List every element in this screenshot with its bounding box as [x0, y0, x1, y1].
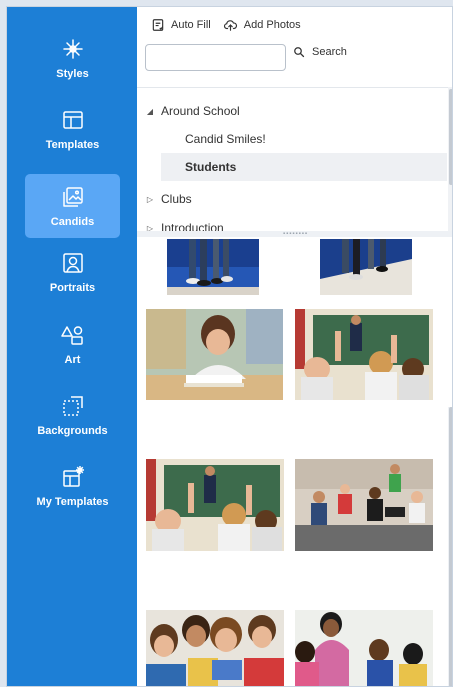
- sidebar-item-label: Art: [64, 353, 81, 366]
- sidebar-item-portraits[interactable]: Portraits: [25, 240, 120, 304]
- add-photos-label: Add Photos: [243, 19, 301, 31]
- sidebar-item-candids[interactable]: Candids: [25, 174, 120, 238]
- collapsed-arrow-icon[interactable]: ▷: [143, 195, 157, 204]
- sidebar-item-label: Templates: [45, 138, 100, 151]
- search-button[interactable]: Search: [293, 46, 347, 58]
- classroom-hands-raised-photo: [146, 459, 284, 551]
- cloud-upload-icon: [223, 20, 237, 31]
- tree-item-around-school[interactable]: ◢ Around School: [143, 97, 240, 125]
- photo-grid-scrollbar-thumb[interactable]: [449, 407, 452, 686]
- folder-tree: ◢ Around School Candid Smiles! Students …: [137, 87, 452, 235]
- tree-item-label: Students: [185, 160, 237, 174]
- photo-thumbnail[interactable]: [295, 610, 433, 686]
- photo-thumbnail[interactable]: [295, 459, 433, 551]
- search-input[interactable]: [145, 44, 286, 71]
- photo-thumbnail[interactable]: [320, 239, 412, 295]
- tree-item-label: Clubs: [161, 192, 192, 206]
- tree-scrollbar-thumb[interactable]: [449, 89, 452, 185]
- tree-item-clubs[interactable]: ▷ Clubs: [143, 185, 192, 213]
- sidebar-item-art[interactable]: Art: [25, 312, 120, 376]
- teacher-with-students-photo: [295, 610, 433, 686]
- students-legs-photo: [167, 239, 259, 295]
- sidebar-item-backgrounds[interactable]: Backgrounds: [25, 383, 120, 447]
- photo-thumbnail[interactable]: [146, 610, 284, 686]
- backgrounds-icon: [62, 395, 83, 416]
- photo-thumbnail[interactable]: [146, 309, 283, 400]
- auto-fill-icon: [152, 19, 164, 31]
- splitter-grip-icon: ▪▪▪▪▪▪▪▪: [282, 231, 308, 237]
- tree-item-candid-smiles[interactable]: Candid Smiles!: [161, 125, 447, 153]
- my-templates-icon: [62, 465, 84, 487]
- main-panel: Auto Fill Add Photos Search ◢ Around Sch…: [137, 7, 452, 686]
- sidebar-item-label: My Templates: [36, 495, 109, 508]
- toolbar: Auto Fill Add Photos: [151, 17, 313, 33]
- styles-icon: [62, 38, 83, 59]
- art-icon: [60, 325, 83, 345]
- photo-grid-scrollbar[interactable]: [448, 407, 452, 686]
- sidebar-item-styles[interactable]: Styles: [25, 26, 120, 90]
- school-band-photo: [295, 459, 433, 551]
- templates-icon: [62, 110, 83, 129]
- sidebar: Styles Templates Candids Portraits Art B…: [7, 7, 137, 686]
- students-tablet-photo: [146, 610, 284, 686]
- tree-item-label: Around School: [161, 104, 240, 118]
- search-button-label: Search: [312, 46, 347, 58]
- search-icon: [294, 47, 305, 58]
- candids-icon: [62, 186, 83, 207]
- portraits-icon: [62, 252, 83, 273]
- auto-fill-label: Auto Fill: [171, 19, 211, 31]
- sidebar-item-label: Candids: [50, 215, 95, 228]
- girl-writing-photo: [146, 309, 283, 400]
- add-photos-button[interactable]: Add Photos: [223, 18, 301, 32]
- tree-scrollbar[interactable]: [448, 87, 452, 235]
- sidebar-item-label: Styles: [56, 67, 89, 80]
- expanded-arrow-icon[interactable]: ◢: [143, 107, 157, 116]
- sidebar-item-my-templates[interactable]: My Templates: [25, 454, 120, 518]
- panel-splitter[interactable]: ▪▪▪▪▪▪▪▪: [137, 231, 452, 237]
- students-legs-photo: [320, 239, 412, 295]
- photo-thumbnail[interactable]: [295, 309, 433, 400]
- sidebar-item-label: Portraits: [49, 281, 96, 294]
- sidebar-item-label: Backgrounds: [37, 424, 108, 437]
- photo-thumbnail[interactable]: [167, 239, 259, 295]
- auto-fill-button[interactable]: Auto Fill: [151, 18, 211, 32]
- photo-thumbnail[interactable]: [146, 459, 284, 551]
- tree-item-students[interactable]: Students: [161, 153, 447, 181]
- sidebar-item-templates[interactable]: Templates: [25, 97, 120, 161]
- classroom-hands-raised-photo: [295, 309, 433, 400]
- tree-item-label: Candid Smiles!: [185, 132, 266, 146]
- app-frame: Styles Templates Candids Portraits Art B…: [6, 6, 453, 687]
